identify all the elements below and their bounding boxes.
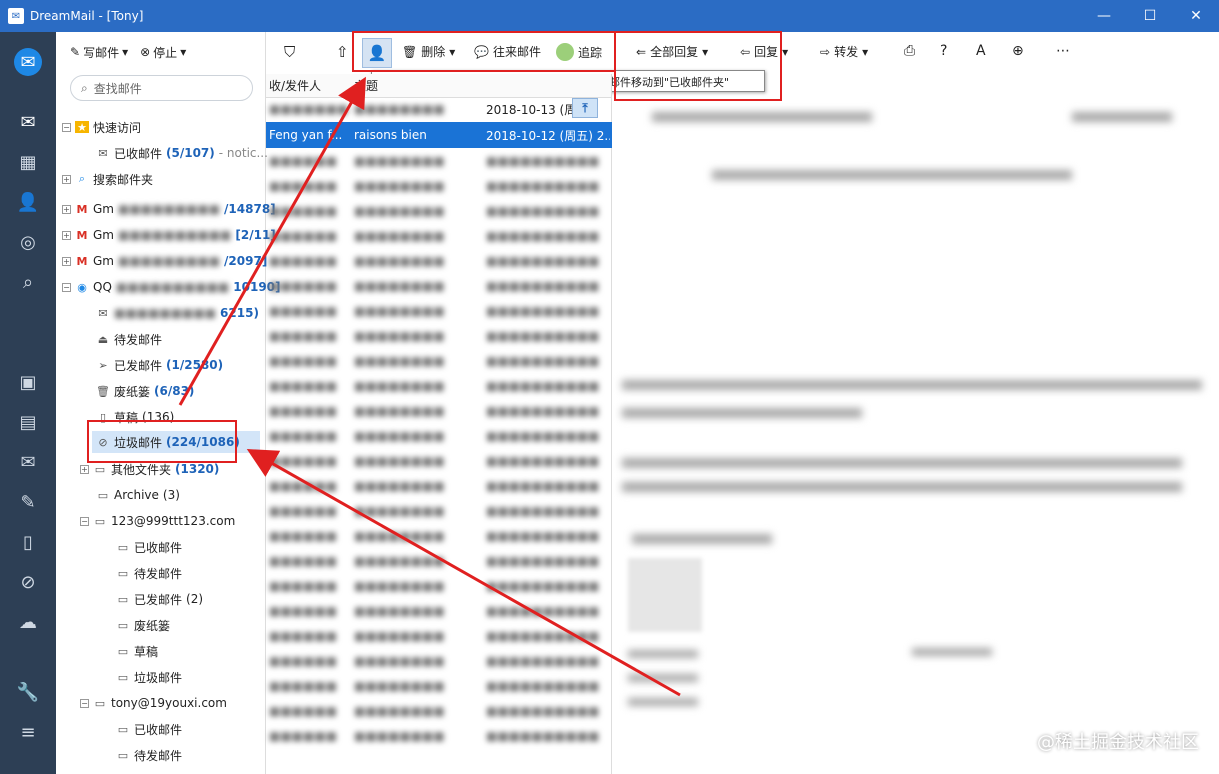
annotation-arrows (178, 76, 681, 697)
watermark: @稀土掘金技术社区 (1037, 732, 1199, 753)
arrow-to-spam (246, 449, 681, 697)
arrow-to-toolbar (178, 76, 366, 406)
